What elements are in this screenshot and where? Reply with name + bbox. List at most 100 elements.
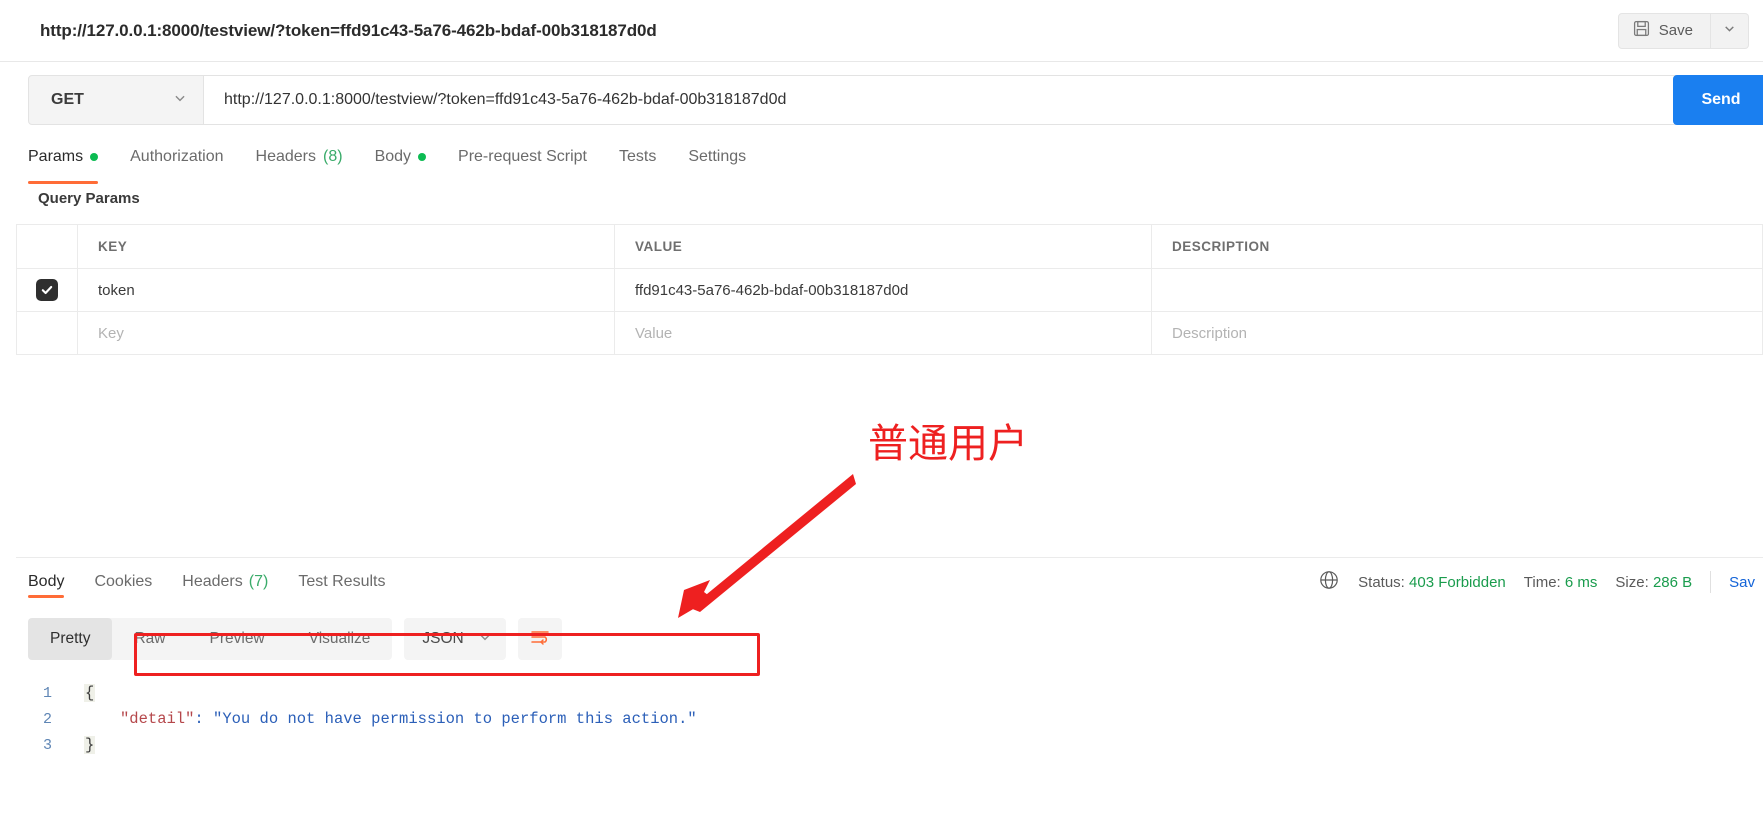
url-row: GET http://127.0.0.1:8000/testview/?toke…: [0, 62, 1763, 138]
json-key: "detail": [120, 710, 195, 728]
tab-headers-count: (8): [323, 148, 343, 165]
response-size: Size: 286 B: [1615, 574, 1692, 591]
status-code: Status: 403 Forbidden: [1358, 574, 1506, 591]
topbar-actions: Save: [1617, 12, 1749, 49]
tab-params[interactable]: Params: [28, 138, 99, 184]
row-description[interactable]: [1152, 269, 1763, 311]
top-bar: http://127.0.0.1:8000/testview/?token=ff…: [0, 0, 1763, 62]
json-colon: :: [194, 710, 214, 728]
line-number: 3: [42, 736, 52, 754]
tab-headers-label: Headers: [255, 148, 316, 165]
code-content: "detail": "You do not have permission to…: [84, 710, 697, 728]
table-header-row: KEY VALUE DESCRIPTION: [17, 225, 1763, 269]
code-brace-open: {: [84, 684, 96, 702]
row-value[interactable]: ffd91c43-5a76-462b-bdaf-00b318187d0d: [615, 269, 1152, 311]
placeholder-key[interactable]: Key: [78, 312, 615, 354]
tab-body[interactable]: Body: [374, 138, 427, 184]
response-tab-test-results[interactable]: Test Results: [298, 558, 385, 606]
chevron-down-icon: [478, 630, 492, 649]
response-viewer-toolbar: Pretty Raw Preview Visualize JSON: [28, 618, 562, 660]
view-mode-group: Pretty Raw Preview Visualize: [28, 618, 393, 660]
view-mode-raw[interactable]: Raw: [112, 618, 187, 660]
format-label: JSON: [422, 630, 464, 647]
row-key[interactable]: token: [78, 269, 615, 311]
status-divider: [1710, 571, 1712, 593]
postman-request-view: http://127.0.0.1:8000/testview/?token=ff…: [0, 0, 1763, 832]
row-checkbox[interactable]: [36, 279, 58, 301]
request-title: http://127.0.0.1:8000/testview/?token=ff…: [40, 20, 657, 40]
modified-dot-icon: [418, 153, 427, 161]
save-button[interactable]: Save: [1617, 12, 1711, 49]
red-arrow-icon: [660, 470, 860, 625]
tab-authorization[interactable]: Authorization: [130, 138, 223, 184]
row-checkbox-cell: [17, 269, 78, 311]
response-tab-body-label: Body: [28, 573, 65, 590]
status-label: Status:: [1358, 573, 1405, 591]
request-tabs: Params Authorization Headers (8) Body Pr…: [0, 138, 1763, 184]
url-text: http://127.0.0.1:8000/testview/?token=ff…: [224, 91, 787, 108]
chevron-down-icon: [173, 91, 187, 110]
annotation-label: 普通用户: [868, 421, 1028, 467]
header-description: DESCRIPTION: [1152, 225, 1763, 268]
time-value: 6 ms: [1564, 573, 1598, 591]
response-body-code[interactable]: 1 { 2 "detail": "You do not have permiss…: [28, 680, 1728, 758]
code-brace-close: }: [84, 736, 96, 754]
response-tab-body[interactable]: Body: [28, 558, 65, 606]
view-mode-pretty[interactable]: Pretty: [28, 618, 113, 660]
table-placeholder-row[interactable]: Key Value Description: [17, 312, 1763, 355]
save-response-link[interactable]: Sav: [1729, 574, 1755, 591]
code-line: 2 "detail": "You do not have permission …: [28, 706, 1728, 732]
header-checkbox-cell: [17, 225, 78, 268]
tab-settings[interactable]: Settings: [688, 138, 746, 184]
response-tab-headers-count: (7): [248, 573, 269, 590]
header-value: VALUE: [615, 225, 1152, 268]
size-value: 286 B: [1652, 573, 1693, 591]
response-tab-test-results-label: Test Results: [298, 573, 386, 590]
tab-body-label: Body: [374, 148, 412, 165]
modified-dot-icon: [90, 153, 99, 161]
tab-tests[interactable]: Tests: [619, 138, 656, 184]
word-wrap-button[interactable]: [517, 618, 562, 660]
url-input[interactable]: http://127.0.0.1:8000/testview/?token=ff…: [204, 75, 1749, 125]
query-params-table: KEY VALUE DESCRIPTION token ffd91c43-5a7…: [16, 224, 1763, 355]
globe-icon[interactable]: [1318, 569, 1340, 595]
code-line: 1 {: [28, 680, 1728, 706]
json-value: "You do not have permission to perform t…: [213, 710, 697, 728]
response-status-bar: Status: 403 Forbidden Time: 6 ms Size: 2…: [1318, 569, 1755, 595]
view-mode-preview[interactable]: Preview: [188, 618, 287, 660]
method-label: GET: [51, 91, 84, 108]
save-button-label: Save: [1658, 22, 1693, 39]
header-key: KEY: [78, 225, 615, 268]
response-time: Time: 6 ms: [1524, 574, 1598, 591]
response-tab-headers[interactable]: Headers (7): [182, 558, 268, 606]
tab-settings-label: Settings: [688, 148, 747, 165]
line-number: 1: [42, 684, 52, 702]
tab-pre-request-script-label: Pre-request Script: [458, 148, 587, 165]
format-dropdown[interactable]: JSON: [404, 618, 506, 660]
tab-tests-label: Tests: [618, 148, 657, 165]
status-value: 403 Forbidden: [1409, 573, 1506, 591]
line-number: 2: [42, 710, 52, 728]
tab-params-label: Params: [28, 148, 84, 165]
response-tab-cookies[interactable]: Cookies: [94, 558, 152, 606]
chevron-down-icon: [1723, 22, 1736, 40]
time-label: Time:: [1523, 573, 1561, 591]
method-dropdown[interactable]: GET: [28, 75, 204, 125]
table-row[interactable]: token ffd91c43-5a76-462b-bdaf-00b318187d…: [17, 269, 1763, 312]
view-mode-visualize[interactable]: Visualize: [287, 618, 393, 660]
word-wrap-icon: [529, 627, 551, 652]
response-tabs: Body Cookies Headers (7) Test Results St…: [0, 558, 1763, 606]
placeholder-value[interactable]: Value: [615, 312, 1152, 354]
tab-pre-request-script[interactable]: Pre-request Script: [458, 138, 587, 184]
size-label: Size:: [1615, 573, 1649, 591]
query-params-title: Query Params: [38, 190, 140, 207]
placeholder-description[interactable]: Description: [1152, 312, 1763, 354]
placeholder-checkbox-cell: [17, 312, 78, 354]
code-line: 3 }: [28, 732, 1728, 758]
floppy-disk-icon: [1633, 20, 1650, 41]
response-tab-cookies-label: Cookies: [94, 573, 153, 590]
save-options-button[interactable]: [1711, 12, 1749, 49]
tab-headers[interactable]: Headers (8): [256, 138, 343, 184]
send-button[interactable]: Send: [1673, 75, 1763, 125]
tab-authorization-label: Authorization: [130, 148, 224, 165]
